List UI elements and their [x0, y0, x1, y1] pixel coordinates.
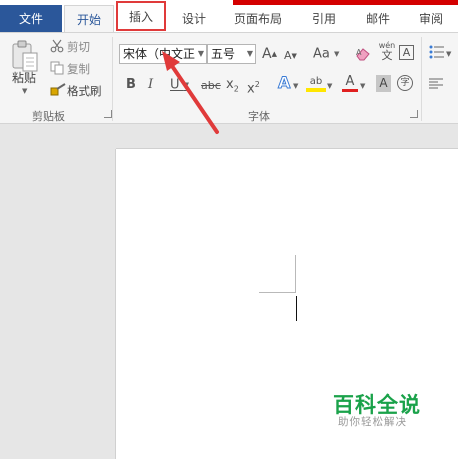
watermark-subtitle: 助你轻松解决	[338, 416, 407, 428]
margin-corner-mark	[295, 255, 296, 293]
text-cursor	[296, 296, 297, 321]
margin-corner-mark	[259, 292, 296, 293]
